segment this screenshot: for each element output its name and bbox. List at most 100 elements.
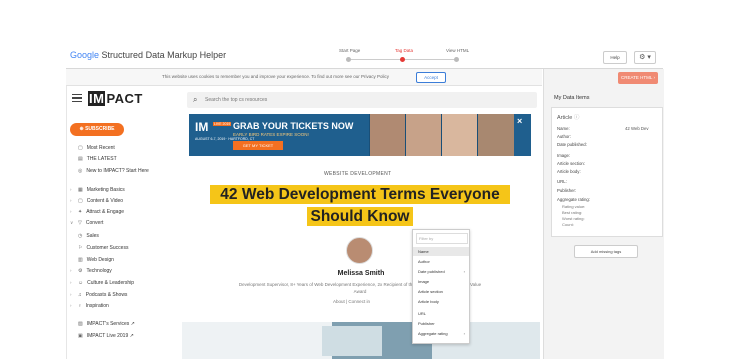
nav-impact-live[interactable]: ▣ IMPACT Live 2019 ↗ [78,333,134,339]
step-tag-label[interactable]: Tag Data [395,48,413,53]
author-name[interactable]: Melissa Smith [316,270,406,277]
people-icon: ☺ [78,280,84,286]
expand-arrow-icon[interactable]: › [70,209,72,214]
lightbulb-icon: ♀ [78,303,82,309]
field-article-section[interactable]: Article section: [557,161,585,166]
gear-icon[interactable]: ⚙ ▾ [634,51,656,64]
speaker-photo [477,114,514,156]
tag-option-author[interactable]: Author [413,257,469,266]
nav-most-recent[interactable]: ▢ Most Recent [78,145,115,151]
nav-attract-engage[interactable]: ✦ Attract & Engage [78,209,124,215]
nav-label: Inspiration [85,303,109,309]
subscribe-button[interactable]: ⊕ SUBSCRIBE [70,123,124,136]
tag-option-date-published[interactable]: Date published › [413,267,469,276]
tag-option-name[interactable]: Name [413,247,469,256]
dropdown-filter-input[interactable]: Filter by [416,233,468,244]
search-input[interactable]: Search the top cs resources [205,97,267,103]
help-button[interactable]: Help [603,51,627,64]
expand-arrow-icon[interactable]: › [70,303,72,308]
search-icon: ⌕ [193,95,198,104]
subfield-best-rating[interactable]: Best rating: [562,210,582,215]
microphone-icon: ♫ [78,292,82,298]
nav-content-video[interactable]: ▢ Content & Video [78,198,123,204]
subfield-worst-rating[interactable]: Worst rating: [562,216,585,221]
field-author[interactable]: Author: [557,134,571,139]
expand-arrow-icon[interactable]: › [70,292,72,297]
field-aggregate-rating[interactable]: Aggregate rating: [557,197,590,202]
tool-title: Google Structured Data Markup Helper [70,50,226,60]
subfield-rating-value[interactable]: Rating value: [562,204,585,209]
impact-logo[interactable]: IM PACT [88,91,143,106]
banner-subline: EARLY BIRD RATES EXPIRE SOON! [233,132,309,137]
nav-marketing-basics[interactable]: ▦ Marketing Basics [78,187,125,193]
field-publisher[interactable]: Publisher: [557,188,576,193]
expand-arrow-icon[interactable]: › [70,198,72,203]
field-name[interactable]: Name: [557,126,570,131]
help-icon[interactable]: ⓘ [574,115,580,121]
field-url[interactable]: URL: [557,179,567,184]
event-icon: ▣ [78,333,83,339]
subfield-count[interactable]: Count: [562,222,574,227]
step-dot-start[interactable] [346,57,351,62]
field-name-value: 42 Web Dev [625,126,649,131]
step-view-label[interactable]: View HTML [446,48,469,53]
speaker-photo [405,114,442,156]
tag-option-aggregate-rating[interactable]: Aggregate rating › [413,329,469,338]
cookie-text: This website uses cookies to remember yo… [162,74,390,79]
nav-new-to-impact[interactable]: ◎ New to IMPACT? Start Here [78,168,149,174]
nav-web-design[interactable]: ▥ Web Design [78,257,114,263]
accept-button[interactable]: Accept [416,72,446,83]
tag-dropdown-menu[interactable]: Filter by Name Author Date published › Im… [412,229,470,344]
hero-image-part [322,326,382,356]
submenu-arrow-icon: › [463,331,465,336]
services-icon: ▧ [78,321,83,327]
close-icon[interactable]: × [517,116,522,126]
get-ticket-button[interactable]: GET MY TICKET [233,141,283,150]
event-banner-ad[interactable]: IM LIVE 2019 AUGUST 6-7, 2019 · HARTFORD… [189,114,531,156]
tag-option-article-section[interactable]: Article section [413,287,469,296]
nav-sales[interactable]: ◷ Sales [78,233,99,239]
hamburger-menu-icon[interactable] [72,94,82,104]
collapse-arrow-icon[interactable]: ∨ [70,220,73,226]
clock-icon: ▢ [78,145,83,151]
expand-arrow-icon[interactable]: › [70,268,72,273]
nav-impact-services[interactable]: ▧ IMPACT's Services ↗ [78,321,135,327]
search-bar[interactable]: ⌕ Search the top cs resources [187,92,537,108]
article-category[interactable]: WEBSITE DEVELOPMENT [324,171,391,177]
nav-label: Technology [86,268,112,274]
article-title-line2[interactable]: Should Know [307,208,413,226]
nav-podcasts-shows[interactable]: ♫ Podcasts & Shows [78,292,127,298]
article-label: Article [557,115,573,121]
step-dot-view[interactable] [454,57,459,62]
step-dot-tag[interactable] [400,57,405,62]
nav-label: Content & Video [86,198,124,204]
expand-arrow-icon[interactable]: › [70,187,72,192]
cookie-bar: This website uses cookies to remember yo… [66,69,542,86]
nav-label: THE LATEST [86,156,117,162]
field-article-body[interactable]: Article body: [557,169,581,174]
nav-label: Culture & Leadership [87,280,135,286]
nav-customer-success[interactable]: ⚐ Customer Success [78,245,128,251]
tag-option-url[interactable]: URL [413,309,469,318]
nav-convert[interactable]: ▽ Convert [78,220,103,226]
tag-option-article-body[interactable]: Article body [413,297,469,306]
nav-culture-leadership[interactable]: ☺ Culture & Leadership [78,280,134,286]
create-html-button[interactable]: CREATE HTML › [618,72,658,84]
nav-the-latest[interactable]: ▤ THE LATEST [78,156,117,162]
tag-option-image[interactable]: Image [413,277,469,286]
add-missing-tags-button[interactable]: Add missing tags [574,245,638,258]
panel-title: My Data Items [554,95,590,101]
gear-icon: ⚙ [78,268,83,274]
author-links[interactable]: About | Connect in [333,299,370,304]
article-title-line1[interactable]: 42 Web Development Terms Everyone [210,186,510,204]
nav-inspiration[interactable]: ♀ Inspiration [78,303,109,309]
live-badge: LIVE 2019 [213,122,232,126]
expand-arrow-icon[interactable]: › [70,280,72,285]
layout-icon: ▥ [78,257,83,263]
step-start-label[interactable]: Start Page [339,48,360,53]
tag-option-publisher[interactable]: Publisher [413,319,469,328]
field-date-published[interactable]: Date published: [557,142,587,147]
submenu-arrow-icon: › [463,269,465,274]
field-image[interactable]: Image: [557,153,570,158]
nav-technology[interactable]: ⚙ Technology [78,268,112,274]
